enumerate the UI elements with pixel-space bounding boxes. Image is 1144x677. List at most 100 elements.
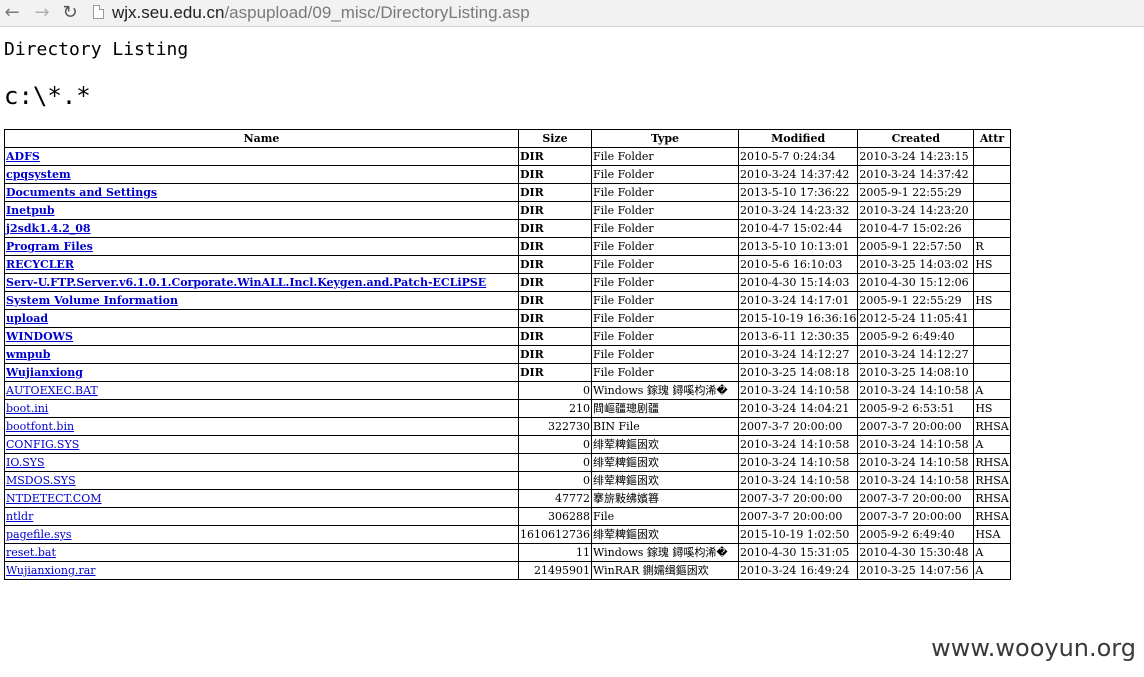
cell-name: bootfont.bin — [4, 417, 519, 436]
page-icon — [93, 5, 104, 19]
cell-size: 21495901 — [518, 561, 592, 580]
cell-name: RECYCLER — [4, 255, 519, 274]
cell-attr — [973, 273, 1011, 292]
address-bar[interactable]: wjx.seu.edu.cn/aspupload/09_misc/Directo… — [112, 2, 530, 24]
table-row: Program Files DIR File Folder 2013-5-10 10:… — [4, 237, 1011, 256]
cell-modified: 2013-6-11 12:30:35 — [737, 327, 859, 346]
directory-table: Name Size Type Modified Created Attr ADF… — [4, 129, 1011, 580]
cell-created: 2010-3-24 14:12:27 — [857, 345, 975, 364]
table-row: WINDOWS DIR File Folder 2013-6-11 12:30:35 2… — [4, 327, 1011, 346]
cell-created: 2010-4-7 15:02:26 — [857, 219, 975, 238]
table-row: Inetpub DIR File Folder 2010-3-24 14:23:32 2… — [4, 201, 1011, 220]
cell-created: 2005-9-2 6:49:40 — [857, 525, 975, 544]
cell-modified: 2015-10-19 1:02:50 — [737, 525, 859, 544]
file-link[interactable]: AUTOEXEC.BAT — [6, 384, 98, 397]
file-link[interactable]: pagefile.sys — [6, 528, 72, 541]
url-host: wjx.seu.edu.cn — [112, 3, 225, 22]
cell-size: DIR — [518, 345, 592, 364]
table-row: NTDETECT.COM 47772 搴旂敤绋嬪簭 2007-3-7 20:00:00… — [4, 489, 1011, 508]
folder-link[interactable]: ADFS — [6, 150, 40, 163]
table-row: MSDOS.SYS 0 绯荤粺鏂囦欢 2010-3-24 14:10:58 2010-3… — [4, 471, 1011, 490]
cell-size: 322730 — [518, 417, 592, 436]
browser-toolbar: ← → ↻ wjx.seu.edu.cn/aspupload/09_misc/D… — [0, 0, 1144, 27]
folder-link[interactable]: Serv-U.FTP.Server.v6.1.0.1.Corporate.Win… — [6, 276, 486, 289]
folder-link[interactable]: RECYCLER — [6, 258, 74, 271]
cell-name: upload — [4, 309, 519, 328]
file-link[interactable]: boot.ini — [6, 402, 48, 415]
cell-size: 1610612736 — [518, 525, 592, 544]
file-link[interactable]: MSDOS.SYS — [6, 474, 76, 487]
cell-name: ADFS — [4, 147, 519, 166]
cell-created: 2005-9-1 22:55:29 — [857, 291, 975, 310]
cell-modified: 2010-3-24 14:10:58 — [737, 381, 859, 400]
cell-modified: 2010-4-30 15:31:05 — [737, 543, 859, 562]
cell-name: boot.ini — [4, 399, 519, 418]
cell-size: DIR — [518, 237, 592, 256]
reload-icon[interactable]: ↻ — [58, 2, 82, 24]
folder-link[interactable]: cpqsystem — [6, 168, 71, 181]
cell-name: Program Files — [4, 237, 519, 256]
cell-type: 绯荤粺鏂囦欢 — [591, 453, 739, 472]
cell-created: 2010-4-30 15:12:06 — [857, 273, 975, 292]
file-link[interactable]: IO.SYS — [6, 456, 45, 469]
cell-attr: HS — [973, 291, 1011, 310]
table-row: Documents and Settings DIR File Folder 2013… — [4, 183, 1011, 202]
folder-link[interactable]: System Volume Information — [6, 294, 178, 307]
back-arrow-icon[interactable]: ← — [0, 2, 24, 24]
folder-link[interactable]: Program Files — [6, 240, 93, 253]
cell-name: WINDOWS — [4, 327, 519, 346]
cell-size: 0 — [518, 471, 592, 490]
cell-created: 2005-9-1 22:57:50 — [857, 237, 975, 256]
cell-size: DIR — [518, 363, 592, 382]
cell-modified: 2015-10-19 16:36:16 — [737, 309, 859, 328]
table-body: ADFS DIR File Folder 2010-5-7 0:24:34 2010-3… — [4, 147, 1011, 580]
file-link[interactable]: CONFIG.SYS — [6, 438, 79, 451]
cell-attr — [973, 309, 1011, 328]
folder-link[interactable]: Wujianxiong — [6, 366, 83, 379]
folder-link[interactable]: wmpub — [6, 348, 51, 361]
cell-size: 11 — [518, 543, 592, 562]
cell-modified: 2010-3-24 16:49:24 — [737, 561, 859, 580]
file-link[interactable]: ntldr — [6, 510, 33, 523]
cell-name: System Volume Information — [4, 291, 519, 310]
cell-size: DIR — [518, 183, 592, 202]
cell-attr — [973, 183, 1011, 202]
cell-created: 2005-9-2 6:53:51 — [857, 399, 975, 418]
table-row: ntldr 306288 File 2007-3-7 20:00:00 2007-3-7… — [4, 507, 1011, 526]
folder-link[interactable]: Inetpub — [6, 204, 55, 217]
cell-type: WinRAR 鍘嬬缉鏂囦欢 — [591, 561, 739, 580]
table-row: Wujianxiong.rar 21495901 WinRAR 鍘嬬缉鏂囦欢 2010… — [4, 561, 1011, 580]
cell-modified: 2010-3-24 14:12:27 — [737, 345, 859, 364]
folder-link[interactable]: upload — [6, 312, 48, 325]
folder-link[interactable]: WINDOWS — [6, 330, 73, 343]
cell-size: DIR — [518, 165, 592, 184]
file-link[interactable]: reset.bat — [6, 546, 56, 559]
cell-created: 2010-3-24 14:10:58 — [857, 435, 975, 454]
folder-link[interactable]: j2sdk1.4.2_08 — [6, 222, 91, 235]
cell-type: File Folder — [591, 363, 739, 382]
cell-type: 閰嶇疆璁剧疆 — [591, 399, 739, 418]
forward-arrow-icon[interactable]: → — [30, 2, 54, 24]
cell-attr: RHSA — [973, 489, 1011, 508]
cell-attr: A — [973, 543, 1011, 562]
cell-name: CONFIG.SYS — [4, 435, 519, 454]
cell-name: Inetpub — [4, 201, 519, 220]
cell-size: DIR — [518, 327, 592, 346]
cell-modified: 2010-3-24 14:10:58 — [737, 471, 859, 490]
file-link[interactable]: bootfont.bin — [6, 420, 74, 433]
folder-link[interactable]: Documents and Settings — [6, 186, 157, 199]
cell-type: 绯荤粺鏂囦欢 — [591, 525, 739, 544]
table-row: j2sdk1.4.2_08 DIR File Folder 2010-4-7 15:0… — [4, 219, 1011, 238]
file-link[interactable]: NTDETECT.COM — [6, 492, 102, 505]
cell-modified: 2010-5-6 16:10:03 — [737, 255, 859, 274]
header-attr: Attr — [973, 129, 1011, 148]
watermark: www.wooyun.org — [931, 634, 1136, 662]
file-link[interactable]: Wujianxiong.rar — [6, 564, 96, 577]
cell-name: ntldr — [4, 507, 519, 526]
table-row: IO.SYS 0 绯荤粺鏂囦欢 2010-3-24 14:10:58 2010-3-24… — [4, 453, 1011, 472]
cell-modified: 2007-3-7 20:00:00 — [737, 417, 859, 436]
cell-created: 2007-3-7 20:00:00 — [857, 489, 975, 508]
table-row: bootfont.bin 322730 BIN File 2007-3-7 20:00… — [4, 417, 1011, 436]
table-row: pagefile.sys 1610612736 绯荤粺鏂囦欢 2015-10-19 1… — [4, 525, 1011, 544]
cell-attr: HS — [973, 255, 1011, 274]
